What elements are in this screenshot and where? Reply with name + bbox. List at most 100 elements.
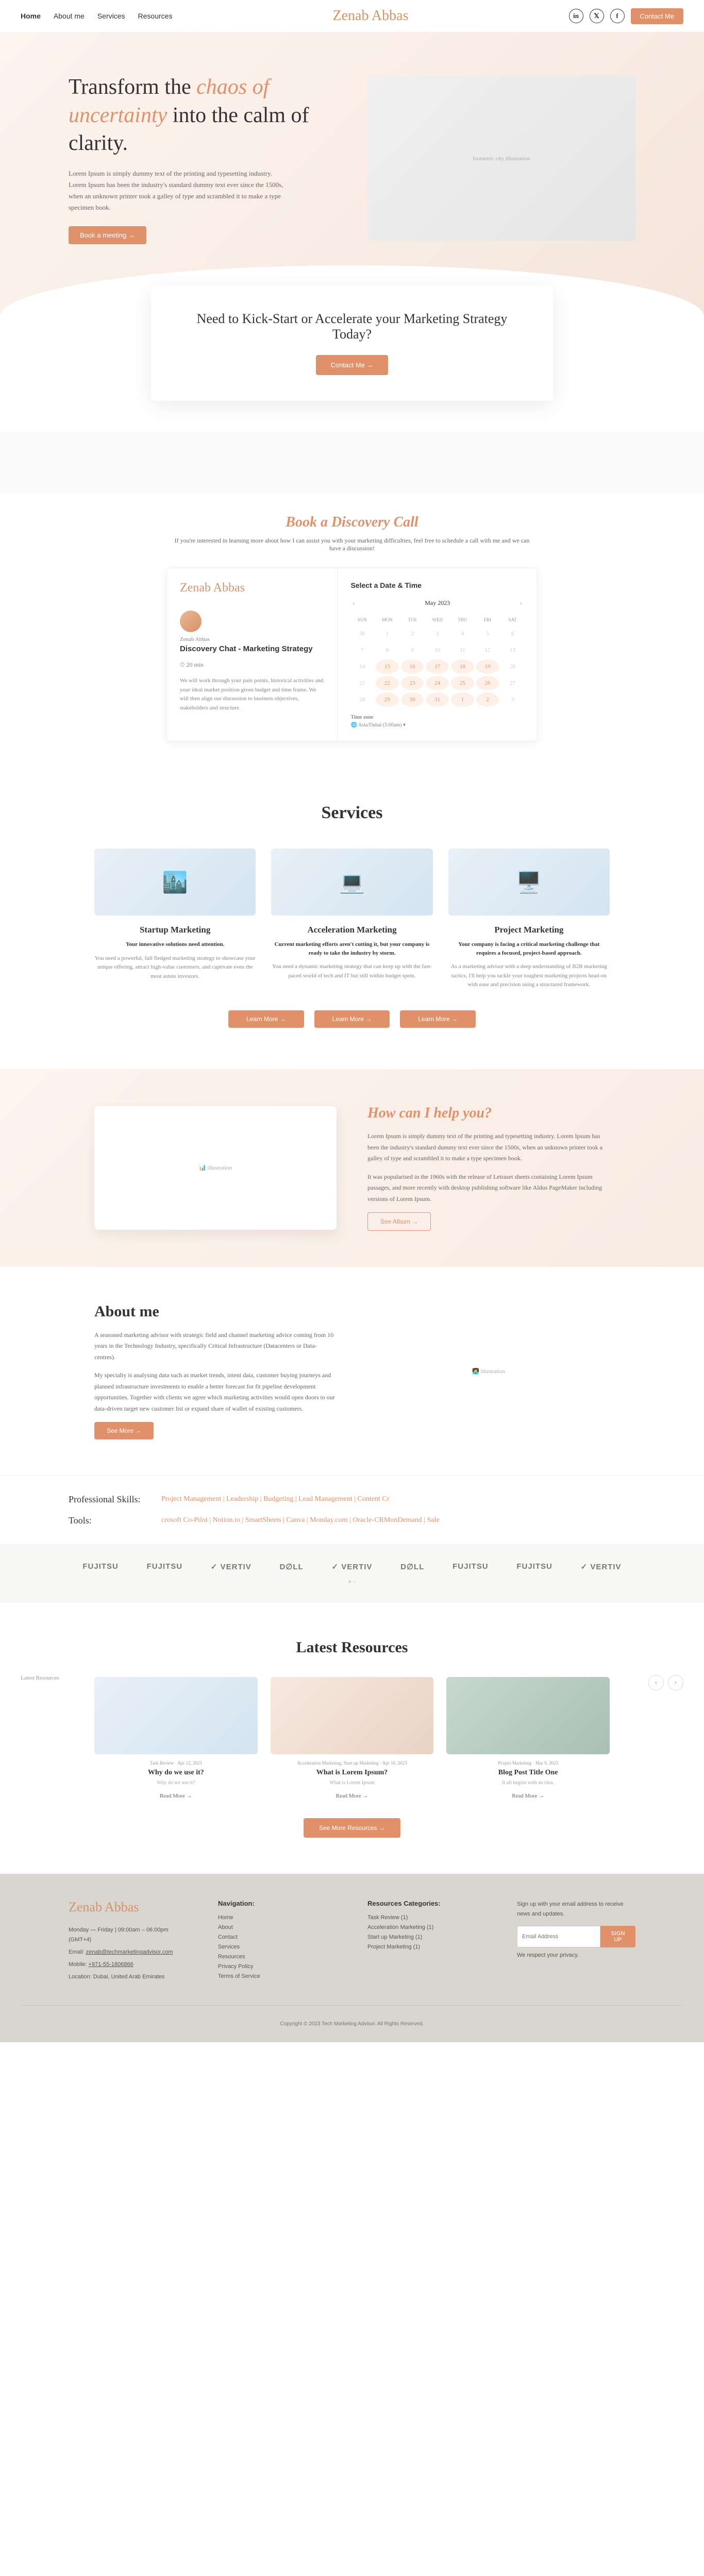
next-month-icon[interactable]: ›: [518, 597, 524, 609]
contact-me-button[interactable]: Contact Me →: [316, 355, 388, 375]
footer-category-link[interactable]: Acceleration Marketing (1): [367, 1924, 486, 1930]
dots-background: [0, 432, 704, 494]
calendar-day: 3: [426, 626, 449, 641]
service-title: Startup Marketing: [94, 925, 256, 935]
privacy-note: We respect your privacy.: [517, 1951, 635, 1961]
discovery-section: Book a Discovery Call If you're interest…: [0, 494, 704, 762]
calendar-day[interactable]: 16: [401, 659, 424, 674]
kickstart-card: Need to Kick-Start or Accelerate your Ma…: [151, 285, 553, 401]
facebook-icon[interactable]: f: [610, 9, 625, 23]
service-title: Project Marketing: [448, 925, 610, 935]
resources-label: Latest Resources: [21, 1675, 59, 1681]
see-album-button[interactable]: See Album →: [367, 1212, 431, 1231]
footer-cat-heading: Resources Categories:: [367, 1900, 486, 1907]
linkedin-icon[interactable]: in: [569, 9, 583, 23]
day-of-week: SUN: [350, 615, 374, 624]
calendar-day[interactable]: 19: [476, 659, 499, 674]
copyright: Copyright © 2023 Tech Marketing Advisor.…: [21, 2005, 683, 2032]
footer-signup: Sign up with your email address to recei…: [517, 1900, 635, 1985]
calendar-day[interactable]: 26: [476, 676, 499, 690]
avatar: [180, 611, 202, 632]
footer-link[interactable]: Terms of Service: [218, 1973, 337, 1979]
calendar-day[interactable]: 30: [401, 692, 424, 707]
service-image: 🏙️: [94, 849, 256, 916]
partner-logo: ✓ VERTIV: [581, 1562, 622, 1571]
day-of-week: THU: [451, 615, 474, 624]
contact-button[interactable]: Contact Me: [631, 8, 683, 24]
resource-category: Acceleration Marketing, Start up Marketi…: [271, 1760, 434, 1766]
current-month: May 2023: [425, 599, 450, 607]
calendar-day[interactable]: 2: [476, 692, 499, 707]
footer-category-link[interactable]: Task Review (1): [367, 1914, 486, 1921]
timezone-select[interactable]: 🌐 Asia/Dubai (5:00am) ▾: [350, 722, 524, 728]
learn-more-button[interactable]: Learn More →: [400, 1010, 476, 1028]
read-more-link[interactable]: Read More →: [336, 1793, 368, 1799]
resource-card[interactable]: Acceleration Marketing, Start up Marketi…: [271, 1677, 434, 1800]
hero-body: Lorem Ipsum is simply dummy text of the …: [69, 168, 285, 213]
footer-link[interactable]: Services: [218, 1944, 337, 1950]
signup-button[interactable]: SIGN UP: [600, 1926, 635, 1947]
carousel-dots[interactable]: ● ○: [0, 1579, 704, 1585]
calendar-day[interactable]: 18: [451, 659, 474, 674]
prev-arrow-icon[interactable]: ‹: [648, 1675, 664, 1690]
hero-section: Transform the chaos of uncertainty into …: [0, 32, 704, 316]
next-arrow-icon[interactable]: ›: [668, 1675, 683, 1690]
service-lead: Your company is facing a critical market…: [448, 940, 610, 957]
services-grid: 🏙️ Startup Marketing Your innovative sol…: [94, 849, 610, 990]
nav-services[interactable]: Services: [97, 12, 125, 20]
calendar-day: 14: [350, 659, 374, 674]
footer-category-link[interactable]: Project Marketing (1): [367, 1944, 486, 1950]
resource-title: Why do we use it?: [94, 1769, 258, 1777]
footer-link[interactable]: About: [218, 1924, 337, 1930]
learn-more-button[interactable]: Learn More →: [314, 1010, 390, 1028]
calendar-day: 2: [401, 626, 424, 641]
email-input[interactable]: [517, 1926, 600, 1947]
book-meeting-button[interactable]: Book a meeting →: [69, 226, 146, 244]
service-image: 💻: [271, 849, 432, 916]
resource-title: Blog Post Title One: [446, 1769, 610, 1777]
calendar-day[interactable]: 31: [426, 692, 449, 707]
footer-category-link[interactable]: Start up Marketing (1): [367, 1934, 486, 1940]
footer-nav-heading: Navigation:: [218, 1900, 337, 1907]
resource-card[interactable]: Project Marketing · Mar 9, 2023 Blog Pos…: [446, 1677, 610, 1800]
calendar-day[interactable]: 23: [401, 676, 424, 690]
nav-about[interactable]: About me: [54, 12, 85, 20]
service-card: 💻 Acceleration Marketing Current marketi…: [271, 849, 432, 990]
footer-nav: Navigation: Home About Contact Services Reso…: [218, 1900, 337, 1985]
calendar-day[interactable]: 22: [376, 676, 399, 690]
timezone: Time zone 🌐 Asia/Dubai (5:00am) ▾: [350, 715, 524, 728]
footer-link[interactable]: Privacy Policy: [218, 1963, 337, 1970]
calendar-day[interactable]: 24: [426, 676, 449, 690]
more-resources-button[interactable]: See More Resources →: [304, 1818, 400, 1838]
footer-link[interactable]: Resources: [218, 1954, 337, 1960]
resource-category: Task Review · Apr 12, 2023: [94, 1760, 258, 1766]
service-text: You need a powerful, full fledged market…: [94, 954, 256, 981]
logo[interactable]: Zenab Abbas: [333, 8, 409, 24]
read-more-link[interactable]: Read More →: [512, 1793, 544, 1799]
resource-subtitle: It all begins with an idea.: [446, 1780, 610, 1786]
footer: Zenab Abbas Monday — Friday | 09:00am – …: [0, 1874, 704, 2042]
resource-subtitle: What is Lorem Ipsum: [271, 1780, 434, 1786]
hero-text: Transform the chaos of uncertainty into …: [69, 73, 337, 244]
resource-title: What is Lorem Ipsum?: [271, 1769, 434, 1777]
twitter-icon[interactable]: 𝕏: [590, 9, 604, 23]
calendar-day[interactable]: 15: [376, 659, 399, 674]
see-more-button[interactable]: See More →: [94, 1422, 154, 1439]
footer-link[interactable]: Home: [218, 1914, 337, 1921]
footer-link[interactable]: Contact: [218, 1934, 337, 1940]
calendar-day[interactable]: 1: [451, 692, 474, 707]
skills-marquee: Project Management | Leadership | Budget…: [161, 1495, 635, 1503]
resource-image: [446, 1677, 610, 1754]
learn-more-button[interactable]: Learn More →: [228, 1010, 304, 1028]
partner-logo: FUJITSU: [82, 1562, 119, 1571]
calendar-day[interactable]: 17: [426, 659, 449, 674]
nav-resources[interactable]: Resources: [138, 12, 173, 20]
nav-home[interactable]: Home: [21, 12, 41, 20]
resource-card[interactable]: Task Review · Apr 12, 2023 Why do we use…: [94, 1677, 258, 1800]
calendar-day[interactable]: 29: [376, 692, 399, 707]
day-of-week: SAT: [501, 615, 524, 624]
prev-month-icon[interactable]: ‹: [350, 597, 357, 609]
read-more-link[interactable]: Read More →: [160, 1793, 192, 1799]
service-card: 🖥️ Project Marketing Your company is fac…: [448, 849, 610, 990]
calendar-day[interactable]: 25: [451, 676, 474, 690]
